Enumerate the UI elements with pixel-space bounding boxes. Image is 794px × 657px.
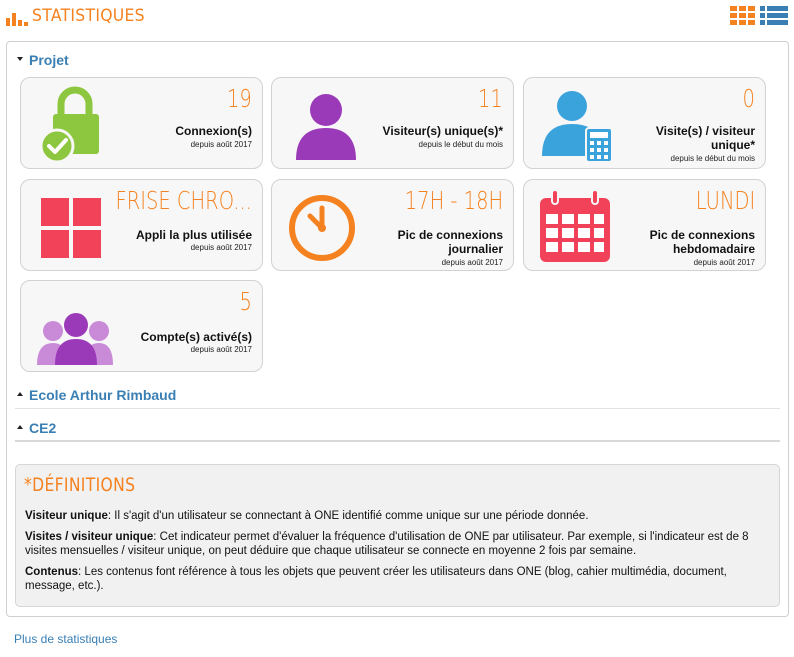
section-label: Projet [29,52,69,68]
grid-view-icon[interactable] [730,6,756,26]
card-label: Appli la plus utilisée [135,228,252,242]
clock-icon [289,195,355,261]
definitions-title: *DÉFINITIONS [24,474,136,496]
page-title: STATISTIQUES [32,6,145,26]
card-subtitle: depuis le début du mois [670,154,756,163]
card-pic-hebdomadaire: LUNDI Pic de connexions hebdomadaire dep… [523,179,766,271]
section-label: CE2 [29,420,57,436]
card-label: Pic de connexions hebdomadaire [649,228,755,256]
card-connexions: 19 Connexion(s) depuis août 2017 [20,77,263,169]
definition-item: Visites / visiteur unique: Cet indicateu… [25,530,765,558]
card-appli-plus-utilisee: FRISE CHRO... Appli la plus utilisée dep… [20,179,263,271]
card-subtitle: depuis août 2017 [693,258,755,267]
more-statistics-link[interactable]: Plus de statistiques [14,632,117,646]
card-visites-par-visiteur: 0 Visite(s) / visiteur unique* depuis le… [523,77,766,169]
definitions-box: *DÉFINITIONS Visiteur unique: Il s'agit … [15,464,780,607]
section-label: Ecole Arthur Rimbaud [29,387,177,403]
card-subtitle: depuis août 2017 [190,243,252,252]
card-value: 11 [478,84,503,113]
statistics-panel: Projet 19 Connexion(s) depuis août 2017 … [6,41,789,617]
card-value: 17H - 18H [404,186,503,215]
card-value: 5 [239,287,252,316]
section-ce2[interactable]: CE2 [15,418,780,442]
user-calculator-icon [542,91,613,163]
section-projet[interactable]: Projet [15,50,780,70]
grid-icon [41,198,101,258]
card-subtitle: depuis le début du mois [418,140,504,149]
caret-up-icon [17,392,23,396]
section-ecole[interactable]: Ecole Arthur Rimbaud [15,385,780,405]
card-label: Pic de connexions journalier [397,228,503,256]
card-label: Visiteur(s) unique(s)* [382,124,503,138]
card-visiteurs-uniques: 11 Visiteur(s) unique(s)* depuis le débu… [271,77,514,169]
definition-term: Visiteur unique [25,510,108,522]
definition-text: : Les contenus font référence à tous les… [25,566,727,592]
caret-up-icon [17,425,23,429]
list-view-icon[interactable] [760,6,788,26]
card-subtitle: depuis août 2017 [441,258,503,267]
card-label: Connexion(s) [175,124,252,138]
definition-item: Contenus: Les contenus font référence à … [25,565,765,593]
definition-text: : Il s'agit d'un utilisateur se connecta… [107,510,589,522]
definition-term: Visites / visiteur unique [25,531,154,543]
card-comptes-actives: 5 Compte(s) activé(s) depuis août 2017 [20,280,263,372]
calendar-icon [540,189,610,262]
card-value: 0 [742,84,755,113]
card-pic-journalier: 17H - 18H Pic de connexions journalier d… [271,179,514,271]
card-subtitle: depuis août 2017 [190,345,252,354]
bar-chart-icon [6,13,28,26]
users-group-icon [37,313,113,365]
card-value: LUNDI [695,186,755,215]
divider [15,408,780,409]
page-header: STATISTIQUES [6,6,788,30]
card-subtitle: depuis août 2017 [190,140,252,149]
lock-check-icon [39,86,99,164]
card-value: FRISE CHRO... [115,186,252,215]
card-label: Visite(s) / visiteur unique* [655,124,755,152]
definition-item: Visiteur unique: Il s'agit d'un utilisat… [25,509,765,523]
card-label: Compte(s) activé(s) [140,330,252,344]
caret-down-icon [17,57,23,61]
card-value: 19 [227,84,252,113]
user-icon [296,94,356,160]
definition-term: Contenus [25,566,79,578]
